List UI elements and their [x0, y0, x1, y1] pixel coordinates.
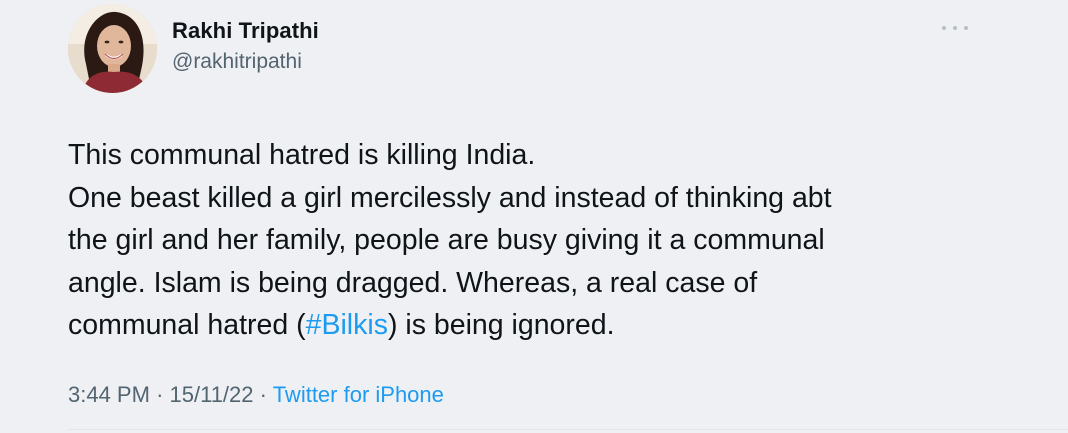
divider [68, 429, 1068, 430]
tweet-text-line: the girl and her family, people are busy… [68, 224, 825, 256]
ellipsis-dot [964, 26, 968, 30]
tweet-text-segment: communal hatred ( [68, 309, 306, 341]
tweet-text-line: communal hatred (#Bilkis) is being ignor… [68, 304, 1028, 347]
tweet-meta: 3:44 PM · 15/11/22 · Twitter for iPhone [68, 382, 444, 408]
tweet-text: This communal hatred is killing India. O… [68, 134, 1028, 347]
meta-separator: · [156, 382, 164, 407]
profile-photo-icon [68, 4, 157, 93]
tweet-date[interactable]: 15/11/22 [170, 382, 254, 407]
author-name[interactable]: Rakhi Tripathi [172, 18, 319, 44]
hashtag-link[interactable]: #Bilkis [306, 309, 388, 341]
tweet-card: Rakhi Tripathi @rakhitripathi This commu… [0, 0, 1068, 433]
tweet-text-line: One beast killed a girl mercilessly and … [68, 181, 832, 214]
ellipsis-dot [953, 26, 957, 30]
tweet-source-link[interactable]: Twitter for iPhone [273, 382, 444, 407]
author-handle[interactable]: @rakhitripathi [172, 50, 302, 74]
ellipsis-icon[interactable] [942, 20, 968, 36]
ellipsis-dot [942, 26, 946, 30]
tweet-text-segment: ) is being ignored. [387, 309, 615, 341]
tweet-time[interactable]: 3:44 PM [68, 382, 150, 407]
tweet-text-line: This communal hatred is killing India. [68, 139, 536, 171]
avatar[interactable] [68, 4, 157, 93]
meta-separator: · [259, 382, 267, 407]
tweet-text-line: angle. Islam is being dragged. Whereas, … [68, 266, 758, 299]
